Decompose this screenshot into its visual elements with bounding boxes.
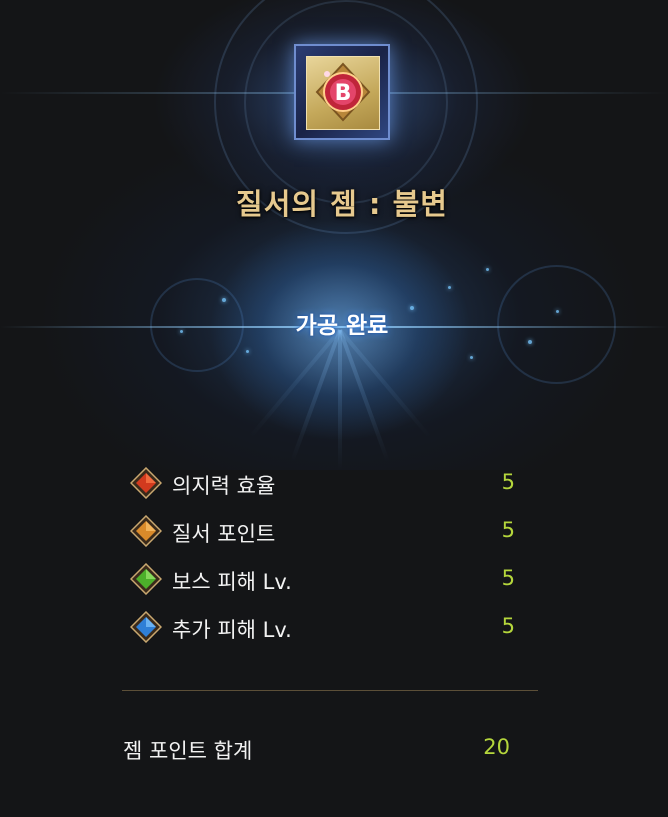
sparkle-particle xyxy=(470,356,473,359)
stat-label: 보스 피해 Lv. xyxy=(172,570,292,594)
order-gem-rune-b-icon: B xyxy=(315,62,371,122)
stat-label: 추가 피해 Lv. xyxy=(172,618,292,642)
sparkle-particle xyxy=(528,340,532,344)
sparkle-particle xyxy=(222,298,226,302)
processing-status: 가공 완료 xyxy=(295,313,389,339)
stat-value: 5 xyxy=(501,566,515,590)
stat-row-boss-damage: 보스 피해 Lv. 5 xyxy=(130,562,515,596)
stat-row-order-points: 질서 포인트 5 xyxy=(130,514,515,548)
gem-result-panel: B 질서의 젬 : 불변 가공 완료 의지력 효율 5 질서 포인트 5 보스 … xyxy=(0,0,668,817)
stat-row-additional-damage: 추가 피해 Lv. 5 xyxy=(130,610,515,644)
stat-value: 5 xyxy=(501,518,515,542)
stat-row-willpower-efficiency: 의지력 효율 5 xyxy=(130,466,515,500)
gem-points-total-value: 20 xyxy=(483,735,510,759)
gem-title: 질서의 젬 : 불변 xyxy=(236,187,448,221)
gem-points-total-label: 젬 포인트 합계 xyxy=(123,739,253,763)
blue-diamond-gem-icon xyxy=(130,611,162,643)
stat-label: 질서 포인트 xyxy=(172,522,276,546)
light-ray xyxy=(338,330,342,470)
stat-value: 5 xyxy=(501,470,515,494)
sparkle-particle xyxy=(246,350,249,353)
green-diamond-gem-icon xyxy=(130,563,162,595)
gem-icon-frame: B xyxy=(294,44,390,140)
gem-rune-letter: B xyxy=(335,81,352,106)
orange-diamond-gem-icon xyxy=(130,515,162,547)
divider xyxy=(122,690,538,691)
sparkle-particle xyxy=(486,268,489,271)
stat-value: 5 xyxy=(501,614,515,638)
sparkle-particle xyxy=(448,286,451,289)
gem-icon-background: B xyxy=(306,56,380,130)
red-diamond-gem-icon xyxy=(130,467,162,499)
stat-label: 의지력 효율 xyxy=(172,474,276,498)
